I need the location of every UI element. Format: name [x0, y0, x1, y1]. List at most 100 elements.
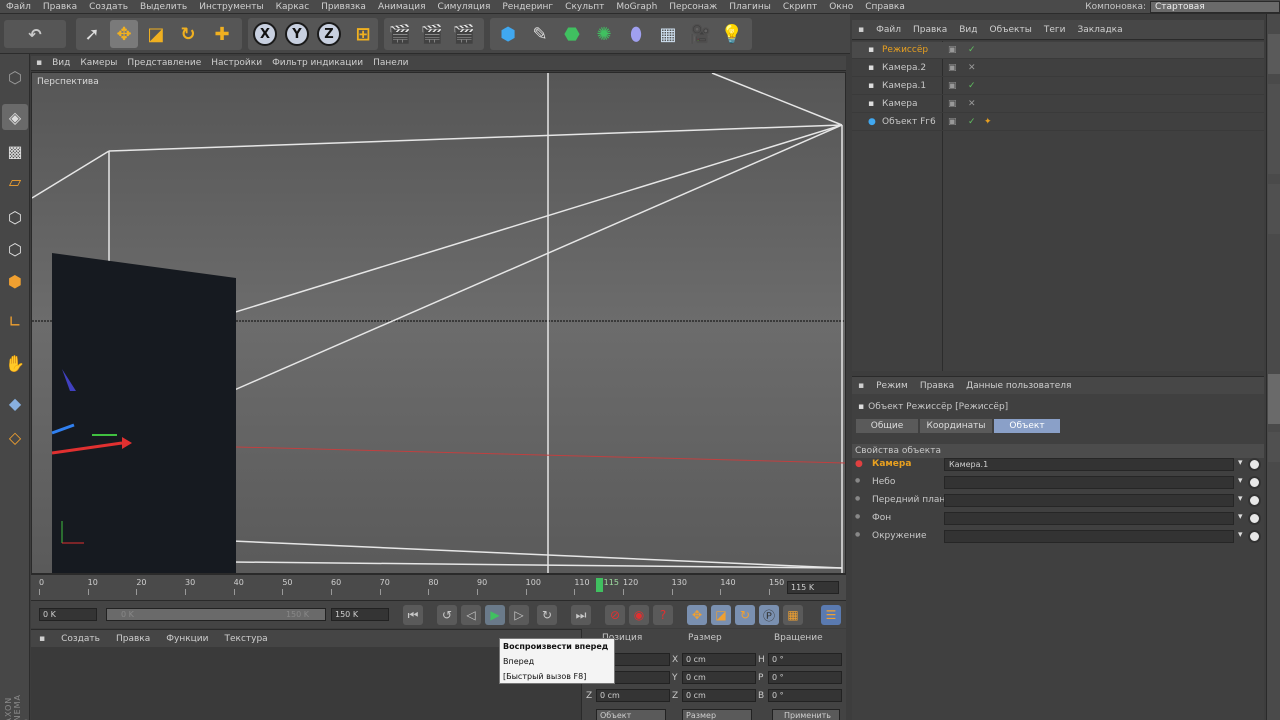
menu-item[interactable]: Привязка [315, 2, 372, 12]
tab-attributes[interactable] [1268, 374, 1280, 424]
coord-field[interactable]: 0 ° [768, 689, 842, 702]
enabled-check-icon[interactable]: ✓ [968, 45, 976, 55]
viewport-menu-item[interactable]: Настройки [206, 58, 267, 68]
enabled-check-icon[interactable]: ✓ [968, 81, 976, 91]
menu-item[interactable]: Анимация [372, 2, 432, 12]
current-frame-field[interactable]: 115 K [787, 581, 839, 594]
disabled-cross-icon[interactable]: ✕ [968, 99, 976, 109]
object-row[interactable]: ▪ Камера.2 ▣ ✕ [852, 60, 1264, 77]
panel-handle-icon[interactable]: ▪ [852, 381, 870, 391]
visibility-icon[interactable]: ▣ [948, 99, 957, 109]
menu-item[interactable]: Правка [37, 2, 83, 12]
attribute-link-field[interactable] [944, 512, 1234, 525]
object-name[interactable]: Камера.2 [882, 63, 926, 73]
key-pla-icon[interactable]: ▦ [783, 605, 803, 625]
dropdown-arrow-icon[interactable]: ▾ [1238, 476, 1243, 486]
object-manager-tree[interactable]: ▪ Режиссёр ▣ ✓ ▪ Камера.2 ▣ ✕ ▪ Камера.1 ▣ ✓ ▪ Камера… [852, 41, 1264, 371]
keyframe-selection-icon[interactable]: ? [653, 605, 673, 625]
key-position-icon[interactable]: ✥ [687, 605, 707, 625]
attribute-link-field[interactable] [944, 494, 1234, 507]
attribute-menu-item[interactable]: Режим [870, 381, 914, 391]
go-to-start-icon[interactable]: ⏮ [403, 605, 423, 625]
render-view-icon[interactable]: 🎬 [386, 20, 414, 48]
menu-item[interactable]: Рендеринг [496, 2, 559, 12]
texture-mode-icon[interactable]: ▩ [2, 138, 28, 164]
object-name[interactable]: Объект Fг6 [882, 117, 936, 127]
play-forward-icon[interactable]: ▶ [485, 605, 505, 625]
object-row[interactable]: ▪ Камера ▣ ✕ [852, 96, 1264, 113]
select-tool-icon[interactable]: ➚ [78, 20, 106, 48]
menu-item[interactable]: Симуляция [432, 2, 497, 12]
attribute-tab[interactable]: Координаты [920, 419, 992, 433]
spline-pen-icon[interactable]: ✎ [526, 20, 554, 48]
edges-mode-icon[interactable]: ⬡ [2, 236, 28, 262]
menu-item[interactable]: Файл [0, 2, 37, 12]
tab-layers[interactable] [1268, 432, 1280, 462]
object-row[interactable]: ▪ Режиссёр ▣ ✓ [852, 42, 1264, 59]
dropdown-arrow-icon[interactable]: ▾ [1238, 458, 1243, 468]
viewport-menu-item[interactable]: Камеры [75, 58, 122, 68]
object-name[interactable]: Камера.1 [882, 81, 926, 91]
visibility-icon[interactable]: ▣ [948, 45, 957, 55]
coord-field[interactable]: 0 cm [596, 689, 670, 702]
viewport-menu-item[interactable]: Представление [122, 58, 206, 68]
menu-item[interactable]: Справка [859, 2, 911, 12]
menu-item[interactable]: Выделить [134, 2, 193, 12]
light-icon[interactable]: 💡 [718, 20, 746, 48]
key-scale-icon[interactable]: ◪ [711, 605, 731, 625]
panel-handle-icon[interactable]: ▪ [31, 634, 53, 644]
tag-icon[interactable]: ✦ [984, 117, 992, 127]
key-param-icon[interactable]: Ⓟ [759, 605, 779, 625]
coord-field[interactable]: 0 cm [682, 653, 756, 666]
dropdown-arrow-icon[interactable]: ▾ [1238, 512, 1243, 522]
playhead[interactable] [595, 578, 603, 592]
coordinate-system-icon[interactable]: ⊞ [349, 20, 377, 48]
coord-mode-select[interactable]: Объект [596, 709, 666, 720]
last-tool-icon[interactable]: ✚ [208, 20, 236, 48]
object-name[interactable]: Камера [882, 99, 917, 109]
enabled-check-icon[interactable]: ✓ [968, 117, 976, 127]
viewport-menu-item[interactable]: Фильтр индикации [267, 58, 368, 68]
workplane-icon[interactable]: ▱ [2, 168, 28, 194]
end-frame-field[interactable]: 150 K [331, 608, 389, 621]
coord-field[interactable]: 0 cm [682, 671, 756, 684]
menu-item[interactable]: Скрипт [777, 2, 823, 12]
make-editable-icon[interactable]: ⬡ [2, 64, 28, 90]
disabled-cross-icon[interactable]: ✕ [968, 63, 976, 73]
cloner-icon[interactable]: ✺ [590, 20, 618, 48]
object-menu-item[interactable]: Правка [907, 25, 953, 35]
animation-dot-icon[interactable]: ● [855, 495, 860, 502]
y-axis-lock-icon[interactable]: Y [285, 22, 309, 46]
layout-select[interactable]: Стартовая [1150, 1, 1280, 13]
model-mode-icon[interactable]: ◈ [2, 104, 28, 130]
animation-dot-icon[interactable]: ● [855, 459, 863, 469]
object-menu-item[interactable]: Закладка [1071, 25, 1128, 35]
render-picture-viewer-icon[interactable]: 🎬 [418, 20, 446, 48]
rotate-tool-icon[interactable]: ↻ [174, 20, 202, 48]
object-menu-item[interactable]: Вид [953, 25, 983, 35]
axis-mode-icon[interactable]: ∟ [2, 308, 28, 334]
go-to-end-icon[interactable]: ⏭ [571, 605, 591, 625]
pick-object-icon[interactable] [1248, 494, 1261, 507]
menu-item[interactable]: Скульпт [559, 2, 610, 12]
coord-field[interactable]: 0 ° [768, 671, 842, 684]
prev-frame-icon[interactable]: ◁ [461, 605, 481, 625]
object-row[interactable]: ▪ Камера.1 ▣ ✓ [852, 78, 1264, 95]
camera-icon[interactable]: 🎥 [686, 20, 714, 48]
range-slider[interactable]: 0 K 150 K [106, 608, 326, 621]
undo-icon[interactable]: ↶ [4, 20, 66, 48]
pick-object-icon[interactable] [1248, 530, 1261, 543]
attribute-tab[interactable]: Объект [994, 419, 1060, 433]
visibility-icon[interactable]: ▣ [948, 63, 957, 73]
coord-field[interactable]: 0 cm [682, 689, 756, 702]
animation-dot-icon[interactable]: ● [855, 477, 860, 484]
material-menu-item[interactable]: Создать [53, 634, 108, 644]
attribute-menu-item[interactable]: Данные пользователя [960, 381, 1077, 391]
snap-icon[interactable]: ◆ [2, 390, 28, 416]
floor-icon[interactable]: ▦ [654, 20, 682, 48]
animation-dot-icon[interactable]: ● [855, 531, 860, 538]
autokey-icon[interactable]: ◉ [629, 605, 649, 625]
points-mode-icon[interactable]: ⬡ [2, 204, 28, 230]
cube-icon[interactable]: ⬢ [494, 20, 522, 48]
menu-item[interactable]: Создать [83, 2, 134, 12]
